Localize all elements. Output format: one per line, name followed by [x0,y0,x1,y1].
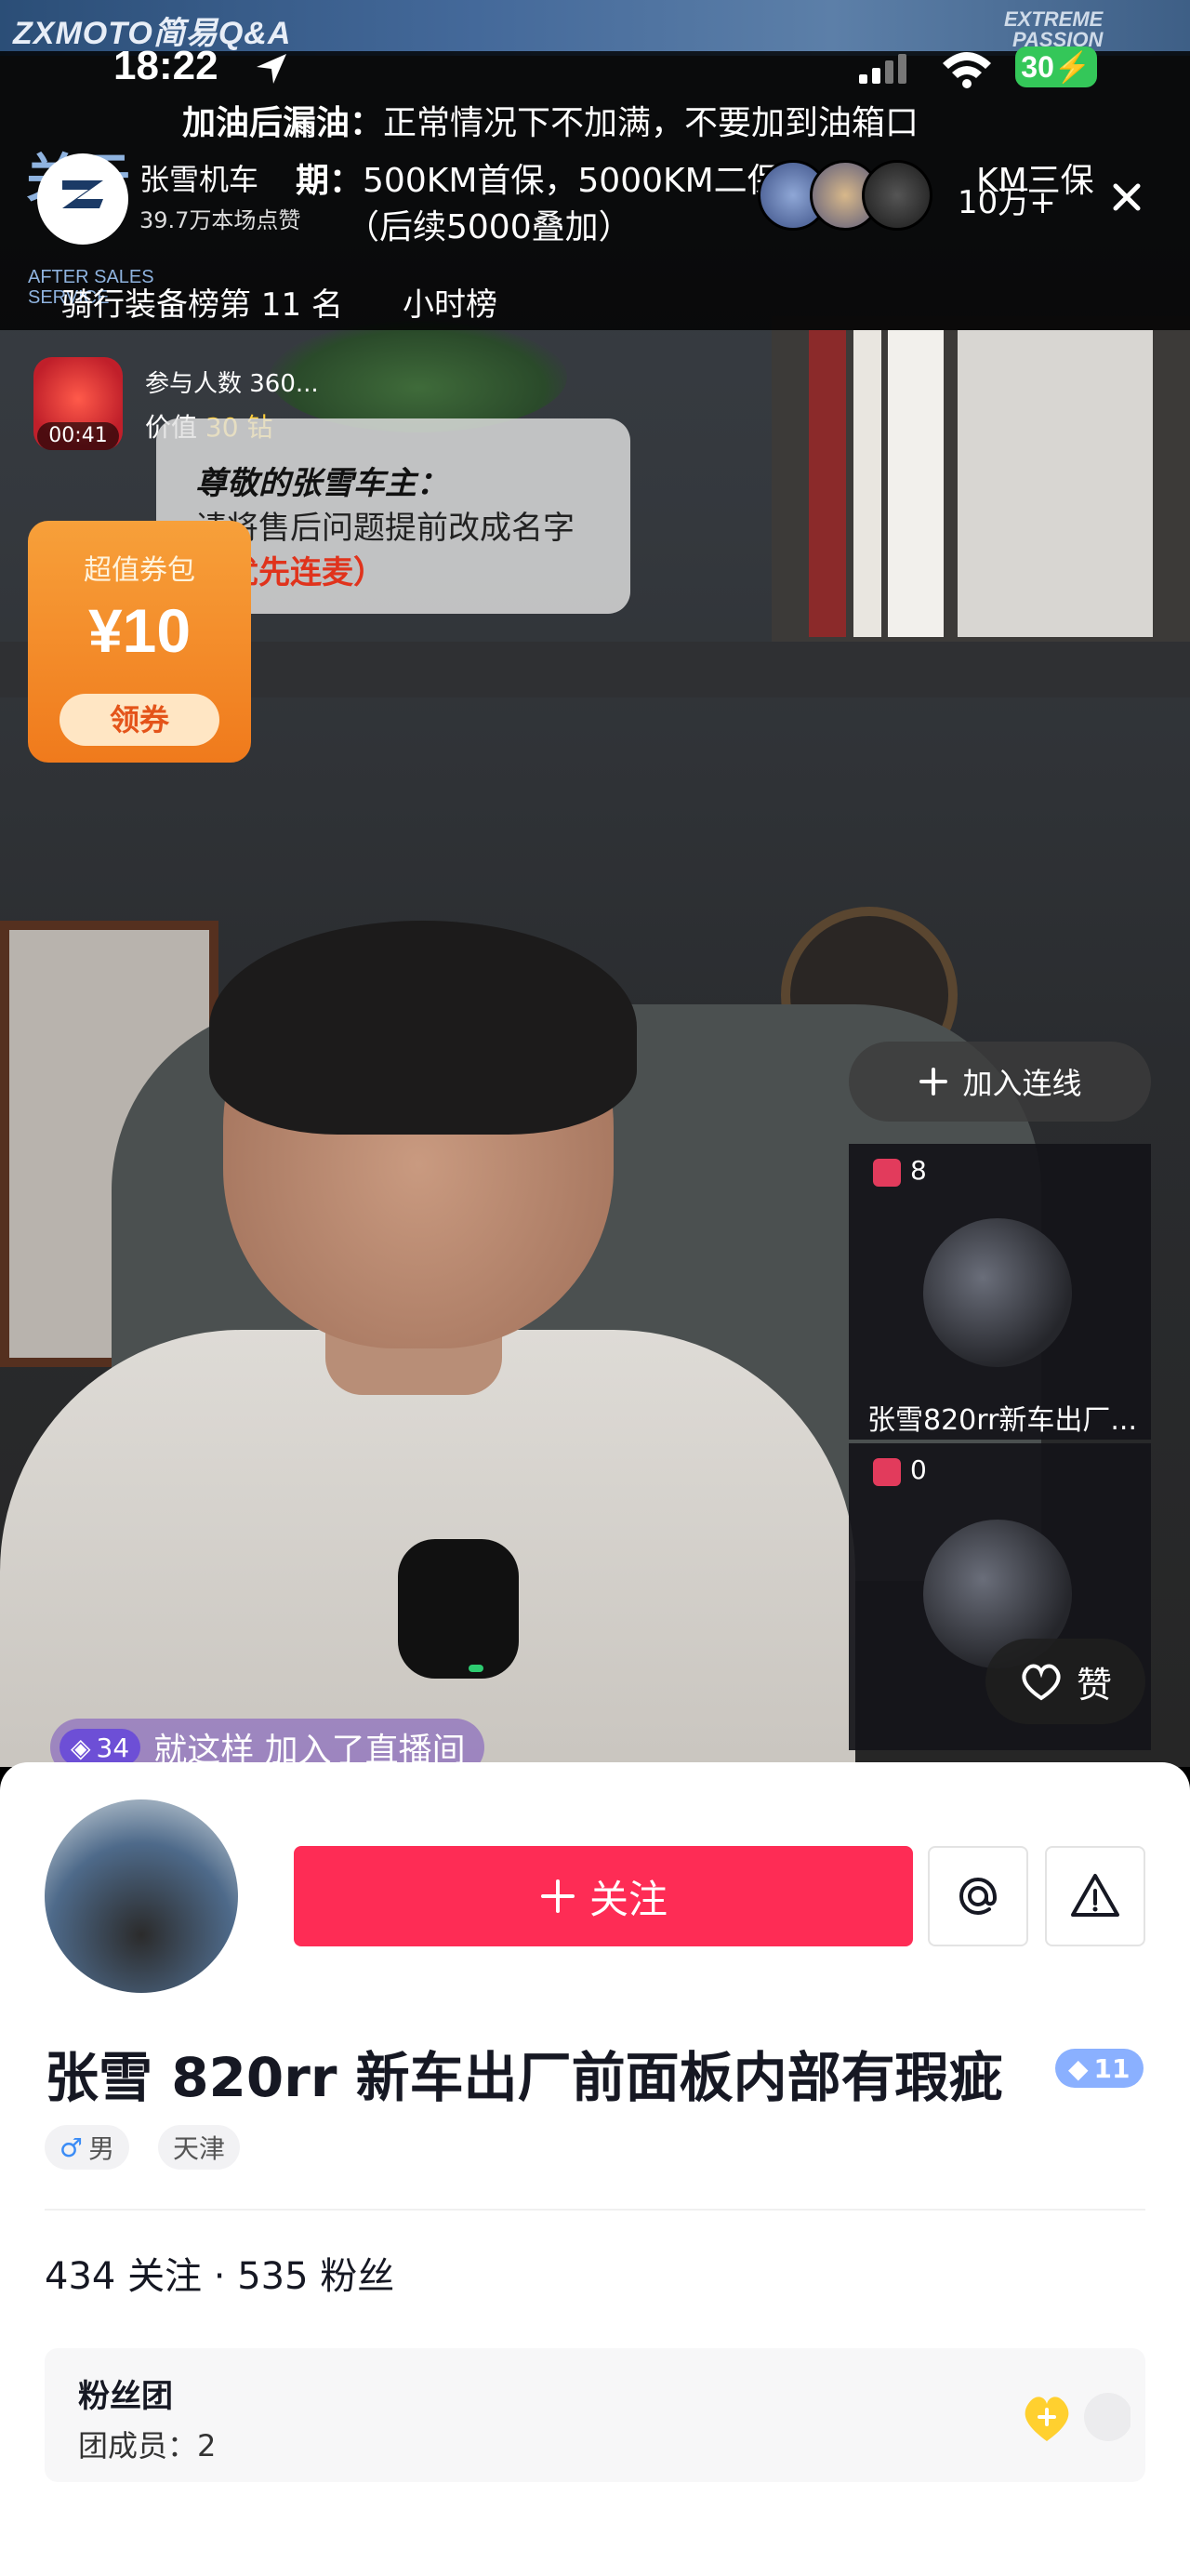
like-button[interactable]: 赞 [985,1639,1145,1724]
banner-line-2-key: 期： [296,162,364,200]
message-line-1: 请将售后问题提前改成名字 [195,510,575,547]
banner-line-1-key: 加油后漏油： [182,104,384,142]
co-host-gift-count: 8 [910,1155,927,1186]
banner-line-3: （后续5000叠加） [346,208,632,246]
fan-club-title: 粉丝团 [78,2378,173,2415]
follow-stats[interactable]: 434 关注 · 535 粉丝 [45,2246,394,2300]
join-co-host-button[interactable]: 加入连线 [849,1042,1151,1122]
host-name[interactable]: 张雪机车 [139,156,258,199]
battery-level: 30 [1021,50,1054,84]
status-bar: 18:22 30⚡ [0,37,1190,102]
message-title: 尊敬的张雪车主： [195,465,448,502]
video-book [853,330,881,637]
co-host-avatar [923,1218,1072,1367]
follow-button[interactable]: 关注 [294,1846,913,1946]
at-icon [959,1877,998,1916]
gender-tag: ♂ 男 [45,2125,130,2170]
video-book [888,330,944,637]
male-icon: ♂ [60,2131,84,2163]
viewer-avatar[interactable] [862,160,932,231]
fan-club-card[interactable]: 粉丝团 团成员：2 [45,2348,1145,2482]
video-book [958,330,1153,637]
location-arrow-icon [257,54,286,84]
close-icon[interactable] [1097,167,1157,227]
warning-icon [1071,1874,1119,1917]
profile-sheet: 关注 张雪 820rr 新车出厂前面板内部有瑕疵 ◆ 11 ♂ 男 天津 434… [0,1762,1190,2576]
profile-name: 张雪 820rr 新车出厂前面板内部有瑕疵 [45,2046,1003,2109]
co-host-gift-count: 0 [910,1454,927,1485]
like-label: 赞 [1076,1664,1112,1706]
status-time: 18:22 [113,43,218,88]
user-level: 34 [96,1732,130,1763]
host-likes: 39.7万本场点赞 [139,207,301,233]
divider [45,2209,1145,2211]
fan-club-heart-icon [1025,2393,1130,2441]
user-level-badge: ◈ 34 [60,1729,141,1766]
coupon-amount: ¥10 [87,596,192,665]
video-microphone [398,1539,519,1679]
coupon-pack[interactable]: 超值券包 ¥10 领券 [28,521,251,763]
plus-icon [540,1879,575,1913]
fan-level: 11 [1093,2052,1130,2084]
fan-club-members: 团成员：2 [78,2428,217,2463]
co-host-tile[interactable]: 8 张雪820rr新车出厂... [849,1144,1151,1440]
lucky-bag-count: 参与人数 360... [145,370,319,398]
rank-tag[interactable]: 骑行装备榜第 11 名 [61,279,343,325]
coupon-title: 超值券包 [84,554,195,587]
lucky-bag-timer: 00:41 [37,422,119,450]
gift-icon [873,1458,901,1486]
fan-level-badge: ◆ 11 [1055,2049,1144,2088]
banner-line-1-value: 正常情况下不加满，不要加到油箱口 [383,104,919,142]
claim-coupon-button[interactable]: 领券 [60,694,219,746]
gift-icon [873,1159,901,1187]
viewer-avatars[interactable] [758,160,934,231]
join-co-host-label: 加入连线 [962,1066,1082,1101]
host-avatar[interactable] [37,153,128,245]
banner-line-2: 期：500KM首保，5000KM二保 [296,153,781,202]
banner-line-2-value: 500KM首保，5000KM二保 [363,162,781,200]
video-person-hair [209,921,637,1135]
city-tag: 天津 [158,2125,241,2170]
hour-rank-tag[interactable]: 小时榜 [403,279,497,325]
banner-brand-right-1: EXTREME [1004,7,1104,31]
mention-button[interactable] [928,1846,1028,1946]
brand-logo-icon [62,180,103,208]
video-book [809,330,846,637]
co-host-name: 张雪820rr新车出厂... [867,1404,1138,1437]
plus-icon [919,1068,948,1095]
banner-line-1: 加油后漏油：正常情况下不加满，不要加到油箱口 [182,96,919,144]
wifi-icon [943,52,991,88]
report-button[interactable] [1045,1846,1145,1946]
gender-label: 男 [88,2133,115,2164]
profile-avatar[interactable] [45,1799,238,1993]
follow-label: 关注 [588,1876,668,1922]
heart-icon [1022,1664,1061,1701]
cellular-signal-icon [859,54,906,84]
viewer-count[interactable]: 10万+ [958,177,1056,222]
video-mic-led [469,1665,483,1672]
battery-indicator: 30⚡ [1015,46,1097,87]
